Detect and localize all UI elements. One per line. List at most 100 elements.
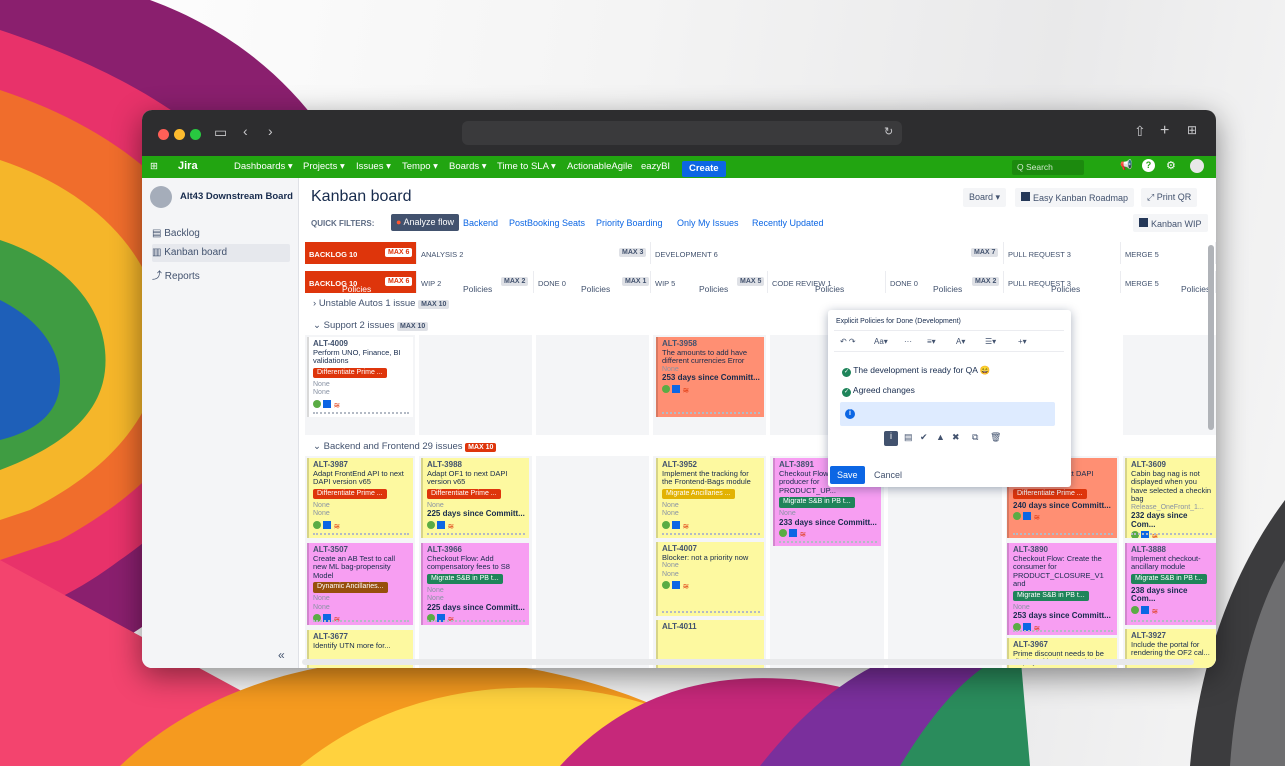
days-since-commit: 232 days since Com... [1131, 511, 1188, 529]
save-button[interactable]: Save [830, 466, 865, 484]
more-formatting-button[interactable]: ··· [904, 337, 912, 346]
issue-card[interactable]: ALT-3609 Cabin bag nag is not displayed w… [1125, 458, 1216, 538]
issue-card[interactable]: ALT-4007 Blocker: not a priority now None N… [656, 542, 764, 616]
text-style-button[interactable]: Aa▾ [874, 337, 888, 346]
delete-icon[interactable]: 🗑 [990, 432, 1001, 443]
nav-eazybi[interactable]: eazyBI [641, 161, 670, 172]
issue-summary: Include the portal for rendering the OF2… [1131, 639, 1210, 657]
list-button[interactable]: ☰▾ [985, 337, 996, 346]
nav-actionableagile[interactable]: ActionableAgile [567, 161, 633, 172]
board-menu-button[interactable]: Board ▾ [963, 188, 1007, 207]
app-switcher-icon[interactable]: ⊞ [150, 161, 158, 172]
horizontal-scrollbar[interactable] [302, 659, 1194, 665]
create-button[interactable]: Create [682, 161, 726, 177]
kanban-wip-button[interactable]: Kanban WIP [1133, 214, 1208, 232]
issue-card[interactable]: ALT-3952 Implement the tracking for the F… [656, 458, 764, 538]
help-icon[interactable]: ? [1142, 159, 1155, 172]
column-header-development[interactable]: DEVELOPMENT 6 MAX 7 [651, 242, 1004, 264]
quick-filter-only-my-issues[interactable]: Only My Issues [677, 218, 739, 228]
sidebar-item-backlog[interactable]: ▤ Backlog [152, 225, 290, 243]
close-window-button[interactable] [158, 129, 169, 140]
sidebar-icon[interactable]: ▭ [214, 124, 227, 141]
policies-link-code-review[interactable]: Policies [815, 284, 844, 294]
column-header-backlog[interactable]: BACKLOG 10 MAX 6 [305, 242, 417, 264]
sidebar-item-kanban-board[interactable]: ▥ Kanban board [152, 244, 290, 262]
policy-item[interactable]: ✓ Agreed changes [842, 385, 915, 397]
new-tab-icon[interactable]: + [1160, 122, 1169, 140]
issue-card[interactable]: ALT-3988 Adapt OF1 to next DAPI version v… [421, 458, 529, 538]
project-name[interactable]: Alt43 Downstream Board [180, 191, 293, 202]
insert-button[interactable]: +▾ [1018, 337, 1027, 346]
issue-card[interactable]: ALT-3890 Checkout Flow: Create the consum… [1007, 543, 1117, 635]
quick-filter-recently-updated[interactable]: Recently Updated [752, 218, 824, 228]
card-age-dots [313, 620, 409, 622]
policies-link-dev-done[interactable]: Policies [933, 284, 962, 294]
browser-window: ▭ ‹ › ↻ ⇧ + ⊞ ⊞ Jira Dashboards ▾ Projec… [142, 110, 1216, 668]
vertical-scrollbar[interactable] [1208, 245, 1214, 430]
policy-item[interactable]: ✓ The development is ready for QA 😄 [842, 365, 990, 377]
print-qr-button[interactable]: ⤢ Print QR [1141, 188, 1198, 207]
policies-link-analysis-done[interactable]: Policies [581, 284, 610, 294]
policies-link-analysis-wip[interactable]: Policies [463, 284, 492, 294]
column-header-pull-request[interactable]: PULL REQUEST 3 [1004, 242, 1121, 264]
column-header-analysis[interactable]: ANALYSIS 2 MAX 3 [417, 242, 651, 264]
nav-tempo[interactable]: Tempo ▾ [402, 161, 438, 172]
swimlane-support[interactable]: ⌄ Support 2 issues MAX 10 [313, 320, 429, 331]
alignment-button[interactable]: ≡▾ [927, 337, 936, 346]
issue-card[interactable]: ALT-3507 Create an AB Test to call new ML… [307, 543, 413, 625]
issue-card[interactable]: ALT-3958 The amounts to add have differen… [656, 337, 764, 417]
note-panel-type-icon[interactable]: ▤ [904, 432, 913, 443]
nav-projects[interactable]: Projects ▾ [303, 161, 345, 172]
easy-kanban-roadmap-button[interactable]: Easy Kanban Roadmap [1015, 188, 1135, 207]
policies-link-merge[interactable]: Policies [1181, 284, 1210, 294]
zoom-window-button[interactable] [190, 129, 201, 140]
priority-icon: ≋ [333, 400, 341, 410]
epic-badge: Differentiate Prime ... [313, 367, 387, 378]
issue-card[interactable]: ALT-3987 Adapt FrontEnd API to next DAPI … [307, 458, 413, 538]
column-header-merge[interactable]: MERGE 5 [1121, 242, 1216, 264]
share-icon[interactable]: ⇧ [1134, 123, 1146, 140]
cancel-button[interactable]: Cancel [874, 470, 902, 480]
field-value: None [427, 586, 444, 594]
tabs-grid-icon[interactable]: ⊞ [1187, 123, 1197, 137]
forward-icon[interactable]: › [268, 123, 273, 139]
policies-link-pull-request[interactable]: Policies [1051, 284, 1080, 294]
notifications-icon[interactable]: 📢 [1120, 160, 1132, 171]
swimlane-unstable-autos[interactable]: › Unstable Autos 1 issue MAX 10 [313, 298, 450, 309]
copy-icon[interactable]: ⧉ [972, 432, 978, 443]
undo-redo-button[interactable]: ↶ ↷ [840, 337, 856, 346]
text-color-button[interactable]: A▾ [956, 337, 965, 346]
info-panel-type-icon[interactable]: i [884, 431, 898, 446]
settings-icon[interactable]: ⚙ [1166, 159, 1176, 172]
issue-card[interactable]: ALT-3888 Implement checkout-ancillary mod… [1125, 543, 1216, 625]
user-avatar[interactable] [1190, 159, 1204, 173]
issue-card[interactable]: ALT-3966 Checkout Flow: Add compensatory … [421, 543, 529, 625]
priority-icon: ≋ [682, 521, 690, 531]
success-panel-type-icon[interactable]: ✔ [920, 432, 928, 443]
quick-filter-priority-boarding[interactable]: Priority Boarding [596, 218, 663, 228]
collapse-sidebar-icon[interactable]: « [278, 648, 285, 662]
sidebar-item-reports[interactable]: ⤴ Reports [152, 264, 290, 282]
address-bar[interactable]: ↻ [462, 121, 902, 145]
error-panel-type-icon[interactable]: ✖ [952, 432, 960, 443]
priority-icon: ≋ [799, 530, 807, 539]
quick-filter-analyze-flow[interactable]: ● Analyze flow [391, 214, 459, 231]
quick-filter-backend[interactable]: Backend [463, 218, 498, 228]
reload-icon[interactable]: ↻ [884, 125, 893, 138]
issue-card[interactable]: ALT-4009 Perform UNO, Finance, BI validat… [307, 337, 413, 417]
back-icon[interactable]: ‹ [243, 123, 248, 139]
info-panel[interactable]: i [840, 402, 1055, 426]
nav-dashboards[interactable]: Dashboards ▾ [234, 161, 293, 172]
swimlane-backend-frontend[interactable]: ⌄ Backend and Frontend 29 issues MAX 10 [313, 441, 497, 452]
search-input[interactable]: Q Search [1012, 160, 1084, 175]
policies-link-backlog[interactable]: Policies [342, 284, 371, 294]
quick-filter-postbooking-seats[interactable]: PostBooking Seats [509, 218, 585, 228]
warning-panel-type-icon[interactable]: ▲ [936, 432, 945, 442]
minimize-window-button[interactable] [174, 129, 185, 140]
nav-boards[interactable]: Boards ▾ [449, 161, 487, 172]
jira-logo[interactable]: Jira [178, 160, 198, 172]
nav-time-to-sla[interactable]: Time to SLA ▾ [497, 161, 556, 172]
nav-issues[interactable]: Issues ▾ [356, 161, 391, 172]
policies-link-dev-wip[interactable]: Policies [699, 284, 728, 294]
check-icon: ✓ [842, 388, 851, 397]
